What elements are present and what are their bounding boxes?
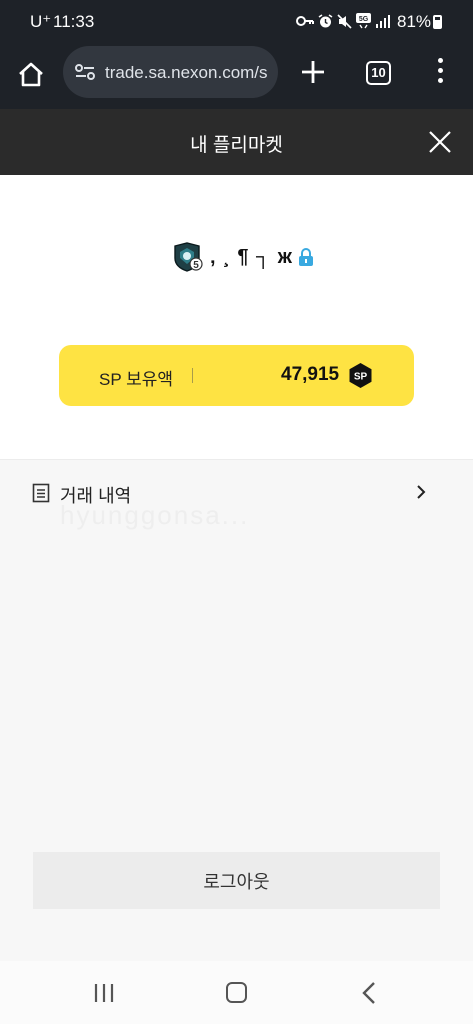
recent-apps-icon[interactable]: [93, 983, 115, 1003]
5g-icon: 5G: [356, 13, 371, 29]
tab-switcher-button[interactable]: 10: [366, 61, 391, 85]
sp-balance-value: 47,915: [281, 364, 340, 385]
sp-balance-label: SP 보유액: [99, 370, 174, 389]
home-icon[interactable]: [16, 60, 46, 90]
signal-icon: [376, 14, 390, 28]
profile-section: 5 ‚ ¸ ¶ ┐ ж SP 보유액 47,915 SP: [0, 175, 473, 459]
nickname-row: 5 ‚ ¸ ¶ ┐ ж: [172, 241, 315, 273]
rank-badge-icon: 5: [174, 242, 203, 272]
menu-list: hyunggonsa... 거래 내역 로그아웃: [0, 459, 473, 961]
nickname: ‚ ¸ ¶ ┐ ж: [210, 245, 293, 268]
key-icon: [296, 16, 314, 26]
more-menu-icon[interactable]: [433, 58, 447, 88]
sp-balance-card: SP 보유액 47,915 SP: [59, 345, 414, 406]
page-title: 내 플리마켓: [190, 135, 283, 156]
browser-toolbar: trade.sa.nexon.com/s 10: [0, 46, 473, 109]
sp-coin-label: SP: [354, 372, 368, 383]
sp-coin-icon: SP: [349, 363, 372, 388]
system-nav-bar: [0, 961, 473, 1024]
back-icon[interactable]: [361, 981, 377, 1005]
mute-icon: [337, 13, 352, 29]
nav-home-icon[interactable]: [226, 982, 247, 1003]
logout-button[interactable]: 로그아웃: [33, 852, 440, 909]
rank-number: 5: [193, 260, 199, 271]
lock-icon: [298, 248, 313, 266]
status-icons: 5G: [296, 13, 391, 29]
status-time: 11:33: [53, 12, 95, 31]
alarm-icon: [318, 13, 333, 27]
page-header: 내 플리마켓: [0, 109, 473, 175]
url-text[interactable]: trade.sa.nexon.com/s: [105, 63, 270, 83]
list-item-trade-history[interactable]: 거래 내역: [0, 470, 473, 514]
new-tab-icon[interactable]: [299, 58, 327, 86]
url-bar[interactable]: trade.sa.nexon.com/s: [63, 46, 278, 98]
status-bar: U⁺ 11:33 5G 81%: [0, 0, 473, 46]
list-item-label: 거래 내역: [60, 486, 132, 506]
svg-text:5G: 5G: [359, 16, 369, 23]
document-icon: [32, 483, 50, 503]
battery-icon: [433, 15, 442, 29]
chevron-right-icon: [417, 485, 426, 499]
battery-percent: 81%: [397, 12, 432, 31]
carrier-label: U⁺: [30, 12, 52, 31]
close-icon[interactable]: [425, 127, 455, 157]
sp-divider: [192, 368, 193, 383]
site-settings-icon[interactable]: [74, 61, 96, 83]
